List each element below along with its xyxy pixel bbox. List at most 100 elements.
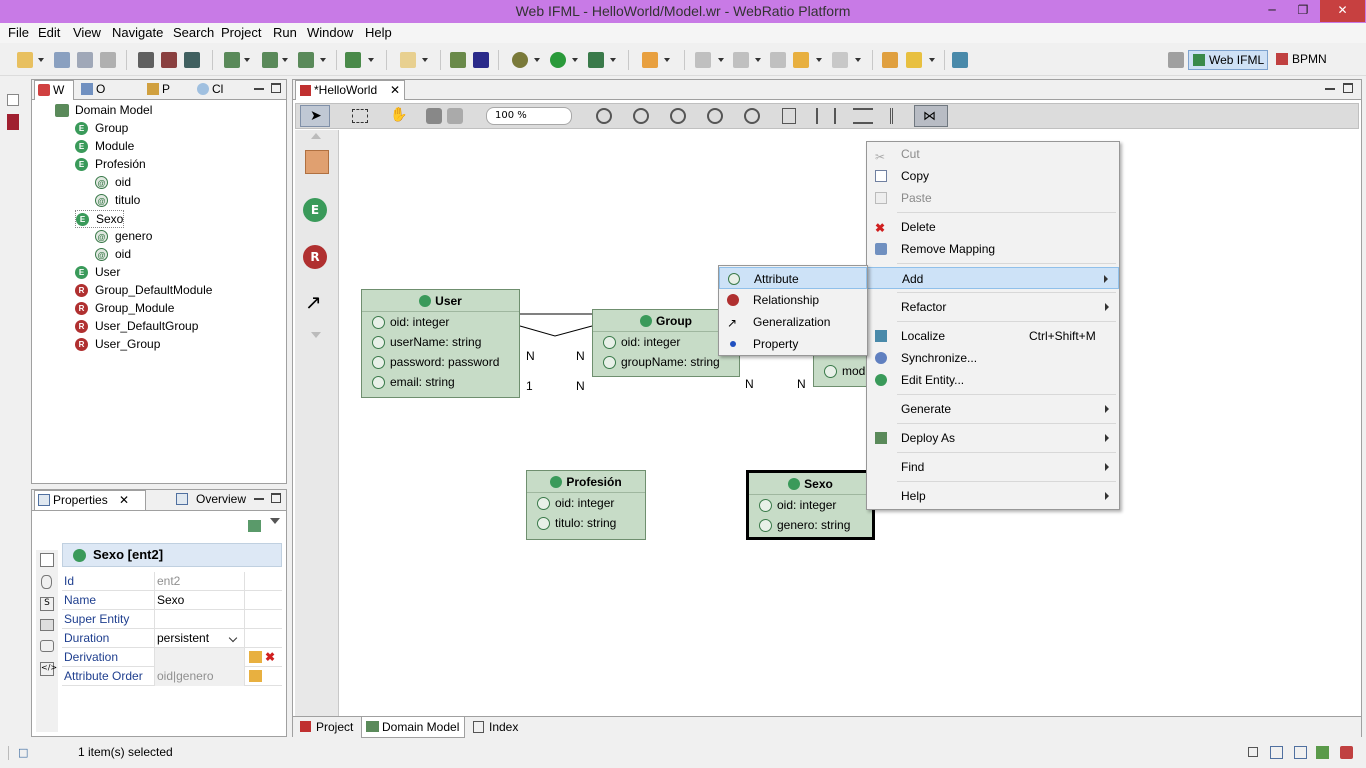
menu-window[interactable]: Window (307, 25, 353, 40)
tree-item[interactable]: R User_DefaultGroup (75, 318, 198, 336)
tab-domain-model[interactable]: Domain Model (361, 717, 465, 738)
zoom-selection-icon[interactable] (707, 108, 723, 124)
general-section-icon[interactable] (40, 553, 54, 567)
tree-item[interactable]: R User_Group (75, 336, 160, 354)
chart-icon[interactable] (450, 52, 466, 68)
menu-navigate[interactable]: Navigate (112, 25, 163, 40)
page-icon[interactable] (782, 108, 796, 124)
scroll-up-icon[interactable] (311, 133, 321, 139)
menu-item-add[interactable]: Add (867, 267, 1119, 289)
attribute[interactable]: oid: integer (362, 312, 519, 332)
attribute[interactable]: userName: string (362, 332, 519, 352)
save-icon[interactable] (54, 52, 70, 68)
marquee-icon[interactable] (352, 109, 368, 123)
edit-icon[interactable] (249, 651, 262, 663)
menu-item-relationship[interactable]: Relationship (719, 289, 867, 311)
tab-p[interactable]: P (144, 80, 184, 100)
tree-item[interactable]: @ oid (95, 174, 131, 192)
close-button[interactable]: ✕ (1320, 0, 1365, 22)
close-tab-icon[interactable]: ✕ (390, 81, 400, 99)
undo-icon[interactable] (426, 108, 442, 124)
menu-edit[interactable]: Edit (38, 25, 60, 40)
tab-overview[interactable]: Overview (152, 490, 246, 510)
distribute-h-icon[interactable] (816, 108, 836, 124)
menu-item-edit-entity[interactable]: Edit Entity... (867, 369, 1119, 391)
menu-run[interactable]: Run (273, 25, 297, 40)
attribute[interactable]: mod (814, 361, 872, 381)
entity-profesion[interactable]: Profesión oid: integer titulo: string (526, 470, 646, 540)
attribute[interactable]: titulo: string (527, 513, 645, 533)
maximize-view-icon[interactable] (271, 493, 281, 503)
tab-cl[interactable]: Cl (194, 80, 234, 100)
perspective-bpmn[interactable]: BPMN (1272, 50, 1332, 70)
book-icon[interactable] (473, 52, 489, 68)
zoom-combo[interactable]: 100 % (486, 107, 572, 125)
console-icon[interactable] (1294, 746, 1307, 759)
menu-item-paste[interactable]: Paste (867, 187, 1119, 209)
tab-project[interactable]: Project (296, 717, 358, 738)
close-tab-icon[interactable]: ✕ (119, 491, 129, 509)
property-value[interactable]: Sexo (154, 591, 244, 610)
maximize-button[interactable]: ❐ (1288, 0, 1318, 22)
tree-item[interactable]: @ oid (95, 246, 131, 264)
xml-section-icon[interactable]: </> (40, 662, 57, 676)
menu-item-deploy-as[interactable]: Deploy As (867, 427, 1119, 449)
diagram-canvas[interactable]: N N 1 N N N User oid: integer userName: … (340, 130, 1360, 716)
zoom-actual-icon[interactable] (744, 108, 760, 124)
maximize-view-icon[interactable] (1343, 83, 1353, 93)
relationship-tool[interactable]: R (303, 245, 327, 269)
delete-icon[interactable]: ✖ (265, 648, 275, 666)
tree-item[interactable]: @ genero (95, 228, 152, 246)
tab-properties[interactable]: Properties ✕ (34, 490, 146, 510)
comment-section-icon[interactable] (40, 640, 54, 652)
menu-item-help[interactable]: Help (867, 485, 1119, 507)
pin-icon[interactable] (248, 520, 261, 532)
nav-a-icon[interactable] (695, 52, 711, 68)
tree-item[interactable]: E User (75, 264, 120, 282)
property-value[interactable]: ent2 (154, 572, 244, 591)
back-icon[interactable] (793, 52, 809, 68)
deploy-icon[interactable] (345, 52, 361, 68)
generate-icon[interactable] (138, 52, 154, 68)
zoom-in-icon[interactable] (596, 108, 612, 124)
minimize-view-icon[interactable] (1325, 88, 1335, 90)
perspective-web-ifml[interactable]: Web IFML (1188, 50, 1268, 70)
minimize-view-icon[interactable] (254, 88, 264, 90)
menu-item-remove-mapping[interactable]: Remove Mapping (867, 238, 1119, 260)
menu-item-find[interactable]: Find (867, 456, 1119, 478)
attribute[interactable]: email: string (362, 372, 519, 392)
table-icon[interactable] (1270, 746, 1283, 759)
new-item-icon[interactable]: □ (18, 746, 30, 759)
layout-section-icon[interactable] (40, 619, 54, 631)
select-tool[interactable]: ➤ (300, 105, 330, 127)
view-icon[interactable] (7, 114, 19, 130)
print-icon[interactable] (100, 52, 116, 68)
open-perspective-icon[interactable] (1168, 52, 1184, 68)
tree-item[interactable]: @ titulo (95, 192, 140, 210)
clipboard-icon[interactable] (400, 52, 416, 68)
nav-c-icon[interactable] (770, 52, 786, 68)
clean-icon[interactable] (184, 52, 200, 68)
menu-help[interactable]: Help (365, 25, 392, 40)
zoom-out-icon[interactable] (633, 108, 649, 124)
scroll-down-icon[interactable] (311, 332, 321, 338)
generalization-tool-icon[interactable]: ↗ (305, 290, 322, 314)
zoom-fit-icon[interactable] (670, 108, 686, 124)
distribute-v-icon[interactable] (853, 108, 873, 124)
property-value[interactable] (154, 610, 244, 629)
tool-c-icon[interactable] (298, 52, 314, 68)
run-config-icon[interactable] (588, 52, 604, 68)
problems-icon[interactable] (1340, 746, 1353, 759)
tree-item[interactable]: E Sexo (75, 210, 125, 228)
menu-project[interactable]: Project (221, 25, 261, 40)
view-menu-icon[interactable] (270, 518, 280, 524)
menu-item-attribute[interactable]: Attribute (719, 267, 867, 289)
entity-sexo[interactable]: Sexo oid: integer genero: string (746, 470, 875, 540)
hand-icon[interactable]: ✋ (390, 107, 407, 123)
attribute[interactable]: oid: integer (749, 495, 872, 515)
restore-icon[interactable] (7, 94, 19, 106)
tree-item[interactable]: E Group (75, 120, 128, 138)
maximize-view-icon[interactable] (271, 83, 281, 93)
debug-icon[interactable] (512, 52, 528, 68)
menu-item-refactor[interactable]: Refactor (867, 296, 1119, 318)
